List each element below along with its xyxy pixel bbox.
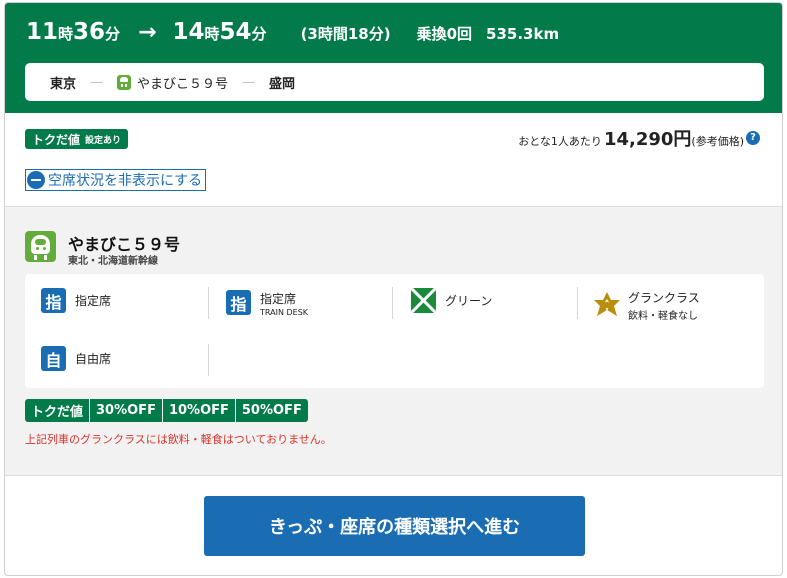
seat-reserved: 指 指定席 — [41, 288, 111, 313]
result-header: 11 時 36 分 → 14 時 54 分 (3時間18分) 乗換0回 535.… — [5, 3, 782, 113]
seat-sublabel: 飲料・軽食なし — [628, 311, 698, 322]
seat-types: 指 指定席 指 指定席 TRAIN DESK グリーン グランクラス 飲料・軽食… — [25, 274, 764, 388]
route-separator: — — [242, 74, 256, 90]
green-car-icon — [411, 288, 436, 313]
seat-green-car: グリーン — [411, 288, 492, 313]
discount-10: 10%OFF — [162, 399, 236, 422]
seat-label: 指定席 — [75, 294, 112, 308]
discount-label: トクだ値 — [25, 399, 91, 422]
arrive-minute: 54 — [219, 19, 252, 45]
depart-hour: 11 — [26, 19, 59, 45]
origin-station: 東京 — [50, 76, 77, 92]
tokudane-badge-label: トクだ値 — [32, 132, 81, 147]
destination-station: 盛岡 — [269, 76, 296, 92]
hour-unit: 時 — [58, 25, 74, 43]
route-bar: 東京 — やまびこ５９号 — 盛岡 — [25, 63, 764, 101]
price-value: 14,290円 — [603, 129, 692, 150]
seat-label: 自由席 — [75, 352, 112, 366]
seat-non-reserved: 自 自由席 — [41, 346, 111, 371]
reserved-seat-icon: 指 — [226, 290, 251, 315]
proceed-to-ticket-selection-button[interactable]: きっぷ・座席の種類選択へ進む — [204, 496, 585, 556]
route-separator: — — [90, 74, 104, 90]
discount-30: 30%OFF — [90, 399, 163, 422]
seat-divider — [208, 344, 209, 376]
train-icon — [117, 74, 132, 90]
hide-vacancy-label: 空席状況を非表示にする — [48, 173, 203, 189]
seat-gran-class: グランクラス 飲料・軽食なし — [592, 287, 700, 322]
search-result-card: 11 時 36 分 → 14 時 54 分 (3時間18分) 乗換0回 535.… — [4, 2, 783, 576]
seat-label: グランクラス — [628, 291, 700, 305]
gran-class-notice: 上記列車のグランクラスには飲料・軽食はついておりません。 — [25, 433, 332, 446]
help-icon[interactable]: ? — [746, 131, 760, 145]
minute-unit: 分 — [251, 25, 267, 43]
arrow-icon: → — [138, 20, 157, 45]
distance: 535.3km — [486, 25, 560, 43]
price-note: (参考価格) — [691, 135, 744, 148]
seat-sublabel: TRAIN DESK — [260, 308, 309, 317]
seat-divider — [208, 287, 209, 319]
time-summary: 11 時 36 分 → 14 時 54 分 (3時間18分) 乗換0回 535.… — [26, 19, 559, 49]
transfer-count: 乗換0回 — [416, 25, 473, 43]
tokudane-badge: トクだ値 設定あり — [25, 129, 129, 149]
minute-unit: 分 — [105, 25, 121, 43]
price-prefix: おとな1人あたり — [518, 135, 602, 148]
fare-summary: おとな1人あたり 14,290円 (参考価格) ? — [518, 125, 760, 151]
depart-minute: 36 — [73, 19, 106, 45]
non-reserved-seat-icon: 自 — [41, 346, 66, 371]
hour-unit: 時 — [204, 25, 220, 43]
hide-vacancy-link[interactable]: 空席状況を非表示にする — [25, 169, 207, 191]
train-detail-panel: やまびこ５９号 東北・北海道新幹線 指 指定席 指 指定席 TRAIN DESK… — [5, 206, 782, 476]
arrive-hour: 14 — [172, 19, 205, 45]
minus-circle-icon — [27, 171, 45, 189]
shinkansen-icon — [25, 231, 56, 262]
seat-divider — [577, 287, 578, 319]
discount-50: 50%OFF — [235, 399, 308, 422]
seat-divider — [392, 287, 393, 319]
duration: (3時間18分) — [300, 25, 391, 43]
seat-label: グリーン — [445, 294, 493, 308]
reserved-seat-icon: 指 — [41, 288, 66, 313]
route-train-name: やまびこ５９号 — [137, 76, 229, 92]
gran-class-icon — [594, 291, 620, 316]
seat-label: 指定席 — [260, 292, 297, 306]
train-line: 東北・北海道新幹線 — [68, 256, 158, 267]
seat-train-desk: 指 指定席 TRAIN DESK — [226, 288, 308, 317]
tokudane-badge-sub: 設定あり — [85, 135, 122, 146]
discount-badges: トクだ値 30%OFF 10%OFF 50%OFF — [25, 399, 308, 422]
